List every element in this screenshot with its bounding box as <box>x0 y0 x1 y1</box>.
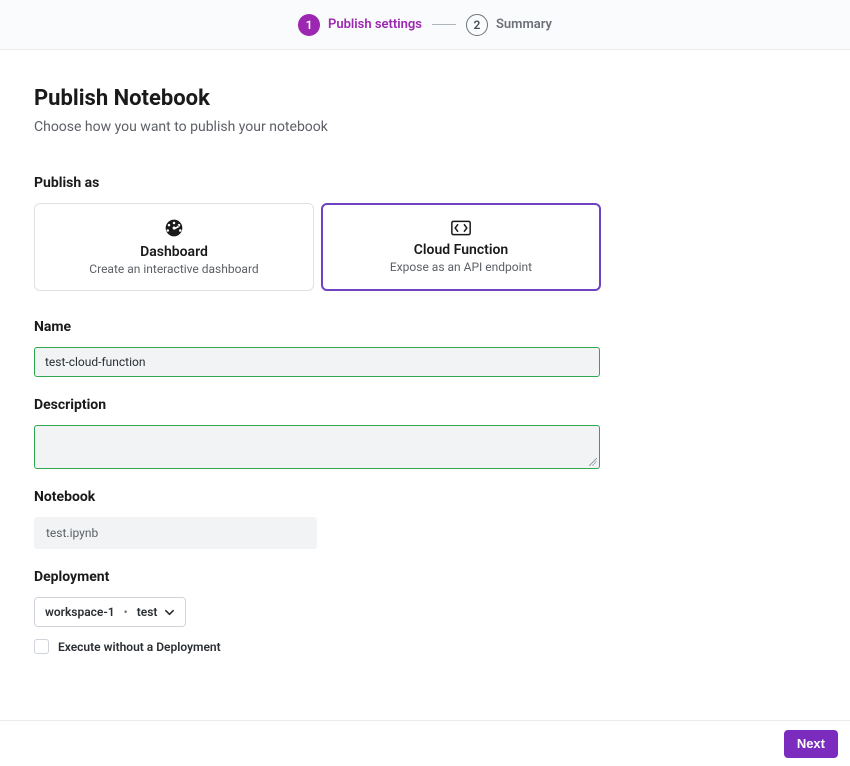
step-publish-settings[interactable]: 1 Publish settings <box>298 14 422 36</box>
notebook-value: test.ipynb <box>34 517 317 549</box>
step-number-2: 2 <box>466 14 488 36</box>
name-input[interactable] <box>34 347 600 377</box>
step-number-1: 1 <box>298 14 320 36</box>
name-label: Name <box>34 319 816 335</box>
publish-as-cards: Dashboard Create an interactive dashboar… <box>34 203 816 291</box>
step-label-1: Publish settings <box>328 17 422 32</box>
deployment-workspace: workspace-1 <box>45 605 115 619</box>
deployment-label: Deployment <box>34 569 816 585</box>
description-input[interactable] <box>34 425 600 469</box>
main-content: Publish Notebook Choose how you want to … <box>0 50 850 654</box>
step-summary[interactable]: 2 Summary <box>466 14 552 36</box>
step-divider <box>432 24 456 25</box>
card-dashboard[interactable]: Dashboard Create an interactive dashboar… <box>34 203 314 291</box>
card-cloud-function-desc: Expose as an API endpoint <box>390 260 532 274</box>
description-label: Description <box>34 397 816 413</box>
card-dashboard-title: Dashboard <box>140 244 208 260</box>
code-icon <box>451 220 471 236</box>
page-title: Publish Notebook <box>34 86 816 111</box>
footer: Next <box>0 720 850 766</box>
next-button[interactable]: Next <box>784 730 838 758</box>
step-label-2: Summary <box>496 17 552 32</box>
deployment-env: test <box>137 605 158 619</box>
execute-without-deployment-row[interactable]: Execute without a Deployment <box>34 639 816 654</box>
dot-separator: • <box>124 605 128 619</box>
card-dashboard-desc: Create an interactive dashboard <box>89 262 258 276</box>
publish-as-label: Publish as <box>34 175 816 191</box>
gauge-icon <box>164 218 184 238</box>
card-cloud-function[interactable]: Cloud Function Expose as an API endpoint <box>321 203 601 291</box>
notebook-label: Notebook <box>34 489 816 505</box>
stepper: 1 Publish settings 2 Summary <box>0 0 850 50</box>
execute-without-deployment-label: Execute without a Deployment <box>58 640 221 654</box>
execute-without-deployment-checkbox[interactable] <box>34 639 49 654</box>
deployment-select[interactable]: workspace-1 • test <box>34 597 186 627</box>
page-subtitle: Choose how you want to publish your note… <box>34 119 816 135</box>
chevron-down-icon <box>163 606 175 618</box>
card-cloud-function-title: Cloud Function <box>414 242 508 258</box>
